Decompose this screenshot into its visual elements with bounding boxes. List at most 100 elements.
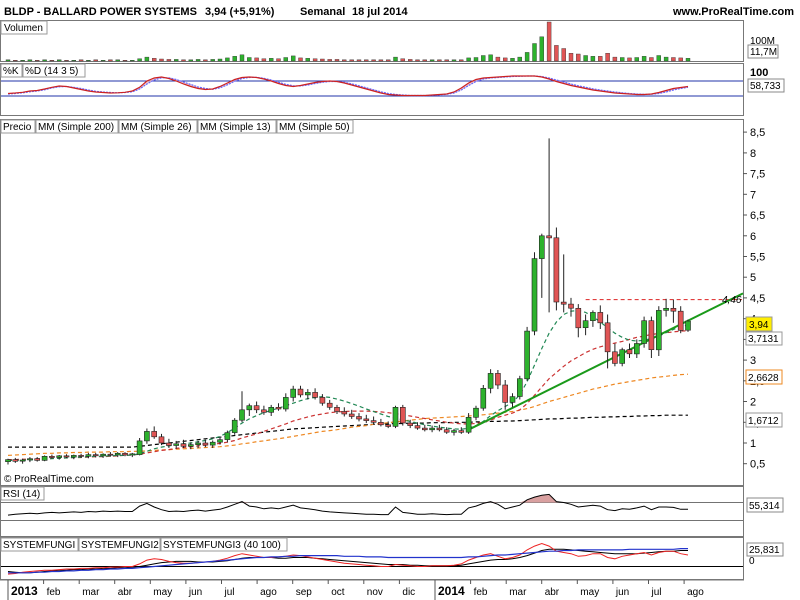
month-label: ago [687,587,704,598]
month-label: mar [82,587,100,598]
month-label: mar [509,587,527,598]
sys3-label: SYSTEMFUNGI3 (40 100) [163,540,281,551]
stoch-axis-max: 100 [750,67,768,79]
volume-bar [173,59,179,62]
candle-body [451,430,457,433]
volume-bar [342,59,347,62]
candle-body [71,455,77,458]
year-label: 2014 [438,584,465,598]
candle-body [546,235,552,239]
resistance-label: 4,46 [722,295,742,306]
volume-bar [115,59,120,62]
rsi-overbought-fill [8,494,688,503]
year-label: 2013 [11,584,38,598]
rsi-series [1,493,743,521]
volume-bar [108,59,113,62]
quote-value: 3,94 (+5,91%) [205,6,275,18]
volume-bar [663,56,669,62]
candle-body [85,454,92,457]
candle-body [209,441,216,446]
volume-bar [261,58,267,62]
volume-bar [151,58,157,62]
volume-bar [305,58,310,62]
sys2-label: SYSTEMFUNGI2 [81,540,159,551]
volume-bar [130,60,135,62]
volume-bar [576,53,581,62]
candle-body [429,427,435,431]
panel-labels: Volumen %K %D (14 3 5) Precio MM (Simple… [0,20,354,552]
volume-bar [422,59,427,62]
price-tick-label: 5 [750,272,756,284]
candle-body [356,416,362,420]
candle-body [458,430,465,433]
candle-body [341,411,348,415]
volume-bar [93,59,98,62]
volume-bar [554,45,559,62]
price-tick-label: 2 [750,397,756,409]
price-tick-label: 1 [750,438,756,450]
candle-body [122,452,128,456]
candle-body [407,422,414,426]
ma50-line [7,373,689,456]
ma200-legend: MM (Simple 200) [38,122,114,133]
volume-bar [166,59,172,62]
ma200-value: 1,6712 [748,416,779,427]
stoch-k-line [7,75,689,97]
candle-body [239,409,245,421]
volume-bar [225,57,230,62]
ticker-title: BLDP - BALLARD POWER SYSTEMS [4,6,197,18]
volume-bar [583,55,588,62]
ma13-legend: MM (Simple 13) [200,122,271,133]
candle-body [12,459,19,462]
candle-body [78,455,84,457]
candle-body [495,373,501,386]
price-tick-label: 8 [750,148,756,160]
volume-bar [144,56,150,62]
month-label: ago [260,587,277,598]
price-series [5,138,744,465]
volume-bar [503,57,508,62]
volume-axis-last: 11,7M [750,47,777,58]
candle-body [107,453,114,456]
ma26-line [8,330,689,461]
candle-body [480,387,487,409]
site-link[interactable]: www.ProRealTime.com [672,6,794,18]
volume-bar [466,57,471,62]
ma26-value: 3,7131 [748,334,779,345]
candle-body [41,455,48,461]
candle-body [619,349,626,364]
volume-bar [232,56,237,62]
month-label: abr [545,587,560,598]
volume-bar [400,58,405,62]
candle-body [436,427,443,431]
volume-bar [159,58,164,62]
candle-body [509,396,516,403]
volume-bar [415,59,420,62]
volume-bar [334,59,340,62]
price-tick-label: 8,5 [750,127,765,139]
candle-body [195,442,201,446]
volume-bar [210,59,215,62]
candle-body [304,392,311,396]
candle-body [261,409,267,413]
candle-body [421,427,428,431]
volume-bar [86,60,91,62]
candle-body [5,459,11,463]
volume-bar [247,57,252,62]
volume-bar [451,59,457,62]
price-tick-label: 4,5 [750,293,765,305]
volume-bar [473,57,479,62]
candle-body [202,442,209,446]
copyright: © ProRealTime.com [4,474,94,485]
rsi-line [7,493,688,516]
candle-body [443,429,450,433]
ma50-value: 2,6628 [748,373,779,384]
candle-body [487,373,494,389]
candle-body [560,301,567,305]
volume-bar [510,58,515,62]
month-label: may [153,587,172,598]
volume-bar [481,55,486,62]
volume-bar [612,56,618,62]
volume-bar [517,56,522,62]
volume-bar [276,58,281,62]
